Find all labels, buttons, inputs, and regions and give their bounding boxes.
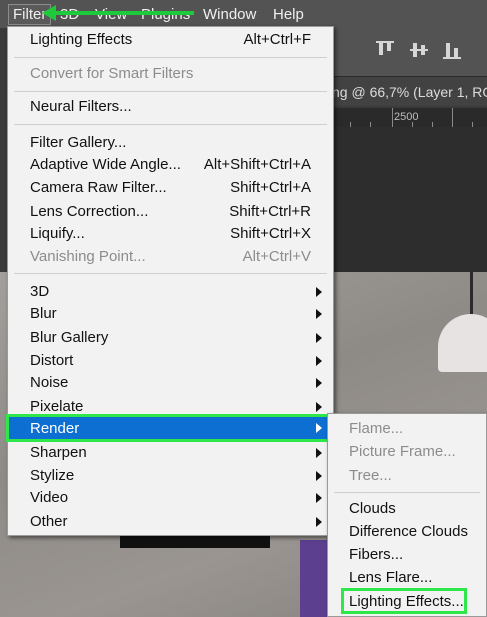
horizontal-ruler: 2500 xyxy=(330,108,487,127)
menu-item-label: Clouds xyxy=(349,500,396,517)
menu-item-label: Noise xyxy=(30,374,69,391)
menu-item-shortcut: Shift+Ctrl+A xyxy=(230,179,311,196)
menu-item-label: 3D xyxy=(30,283,50,300)
menu-item-label: Vanishing Point... xyxy=(30,248,146,265)
menu-item-label: Blur Gallery xyxy=(30,329,109,346)
document-tab-title: ng @ 66,7% (Layer 1, RG xyxy=(332,84,487,100)
ruler-label: 2500 xyxy=(394,111,419,123)
submenu-arrow-icon xyxy=(316,309,322,319)
submenu-item-fibers[interactable]: Fibers... xyxy=(328,544,486,566)
menu-item-label: Video xyxy=(30,489,69,506)
menu-item-label: Adaptive Wide Angle... xyxy=(30,156,181,173)
menu-item-label: Render xyxy=(30,420,80,437)
submenu-arrow-icon xyxy=(316,356,322,366)
menu-item-other[interactable]: Other xyxy=(8,511,333,533)
menu-item-shortcut: Shift+Ctrl+X xyxy=(230,225,311,242)
menu-separator xyxy=(334,492,480,493)
annotation-arrow-icon xyxy=(42,5,56,21)
menu-item-label: Lighting Effects xyxy=(30,31,133,48)
menu-item-label: Picture Frame... xyxy=(349,443,456,460)
menu-item-filter-gallery[interactable]: Filter Gallery... xyxy=(8,132,333,154)
submenu-item-flame: Flame... xyxy=(328,418,486,440)
align-top-icon[interactable] xyxy=(376,41,394,59)
menu-item-shortcut: Alt+Shift+Ctrl+A xyxy=(203,156,311,173)
menu-item-video[interactable]: Video xyxy=(8,487,333,509)
menu-item-last-filter[interactable]: Lighting Effects Alt+Ctrl+F xyxy=(8,29,333,51)
submenu-arrow-icon xyxy=(316,333,322,343)
annotation-arrow-line xyxy=(54,11,194,15)
menu-item-label: Difference Clouds xyxy=(349,523,468,540)
align-vertical-center-icon[interactable] xyxy=(410,41,428,59)
submenu-arrow-icon xyxy=(316,493,322,503)
menu-item-label: Sharpen xyxy=(30,444,87,461)
menu-separator xyxy=(14,91,327,92)
menu-item-blur-gallery[interactable]: Blur Gallery xyxy=(8,327,333,349)
submenu-arrow-icon xyxy=(316,423,322,433)
menu-item-label: Fibers... xyxy=(349,546,404,563)
menu-item-pixelate[interactable]: Pixelate xyxy=(8,396,333,418)
submenu-arrow-icon xyxy=(316,471,322,481)
menu-item-label: Filter Gallery... xyxy=(30,134,127,151)
submenu-arrow-icon xyxy=(316,448,322,458)
purple-object xyxy=(300,540,330,617)
align-bottom-icon[interactable] xyxy=(443,41,461,59)
menu-item-label: Convert for Smart Filters xyxy=(30,65,194,82)
menu-item-3d[interactable]: 3D xyxy=(8,281,333,303)
menu-item-adaptive-wide-angle[interactable]: Adaptive Wide Angle... Alt+Shift+Ctrl+A xyxy=(8,154,333,176)
submenu-arrow-icon xyxy=(316,517,322,527)
menu-item-shortcut: Alt+Ctrl+F xyxy=(243,31,311,48)
submenu-item-clouds[interactable]: Clouds xyxy=(328,498,486,520)
menu-item-blur[interactable]: Blur xyxy=(8,303,333,325)
menu-item-distort[interactable]: Distort xyxy=(8,350,333,372)
menu-item-shortcut: Shift+Ctrl+R xyxy=(229,203,311,220)
menu-item-convert-smart-filters: Convert for Smart Filters xyxy=(8,63,333,85)
lamp-cord xyxy=(470,272,473,317)
menu-item-label: Lighting Effects... xyxy=(349,593,464,610)
menu-item-stylize[interactable]: Stylize xyxy=(8,465,333,487)
menu-help[interactable]: Help xyxy=(273,6,304,23)
submenu-item-lens-flare[interactable]: Lens Flare... xyxy=(328,567,486,589)
menu-item-label: Pixelate xyxy=(30,398,84,415)
menu-item-label: Neural Filters... xyxy=(30,98,132,115)
menu-item-label: Stylize xyxy=(30,467,75,484)
menu-separator xyxy=(14,273,327,274)
menu-item-label: Lens Flare... xyxy=(349,569,433,586)
menu-item-label: Flame... xyxy=(349,420,404,437)
menu-separator xyxy=(14,57,327,58)
menu-window[interactable]: Window xyxy=(203,6,256,23)
submenu-arrow-icon xyxy=(316,378,322,388)
menu-item-label: Distort xyxy=(30,352,74,369)
workspace-background xyxy=(330,127,487,272)
filter-menu: Lighting Effects Alt+Ctrl+F Convert for … xyxy=(6,26,335,536)
submenu-item-lighting-effects[interactable]: Lighting Effects... xyxy=(341,588,467,614)
menu-item-render[interactable]: Render xyxy=(6,414,335,442)
menu-item-shortcut: Alt+Ctrl+V xyxy=(242,248,311,265)
menu-item-neural-filters[interactable]: Neural Filters... xyxy=(8,96,333,118)
menu-item-label: Liquify... xyxy=(30,225,85,242)
render-submenu: Flame... Picture Frame... Tree... Clouds… xyxy=(327,413,487,617)
submenu-arrow-icon xyxy=(316,287,322,297)
submenu-item-tree: Tree... xyxy=(328,465,486,487)
submenu-arrow-icon xyxy=(316,402,322,412)
menu-item-noise[interactable]: Noise xyxy=(8,372,333,394)
menu-item-label: Tree... xyxy=(349,467,392,484)
document-tab[interactable]: ng @ 66,7% (Layer 1, RG xyxy=(330,77,487,106)
menu-item-label: Camera Raw Filter... xyxy=(30,179,167,196)
menu-item-label: Blur xyxy=(30,305,57,322)
menu-item-label: Lens Correction... xyxy=(30,203,149,220)
menu-item-sharpen[interactable]: Sharpen xyxy=(8,442,333,464)
menu-item-lens-correction[interactable]: Lens Correction... Shift+Ctrl+R xyxy=(8,201,333,223)
submenu-item-picture-frame: Picture Frame... xyxy=(328,441,486,463)
menu-separator xyxy=(14,124,327,125)
options-bar xyxy=(330,28,487,77)
menu-item-liquify[interactable]: Liquify... Shift+Ctrl+X xyxy=(8,223,333,245)
menu-item-label: Other xyxy=(30,513,68,530)
submenu-item-difference-clouds[interactable]: Difference Clouds xyxy=(328,521,486,543)
menu-item-camera-raw-filter[interactable]: Camera Raw Filter... Shift+Ctrl+A xyxy=(8,177,333,199)
menu-item-vanishing-point: Vanishing Point... Alt+Ctrl+V xyxy=(8,246,333,268)
